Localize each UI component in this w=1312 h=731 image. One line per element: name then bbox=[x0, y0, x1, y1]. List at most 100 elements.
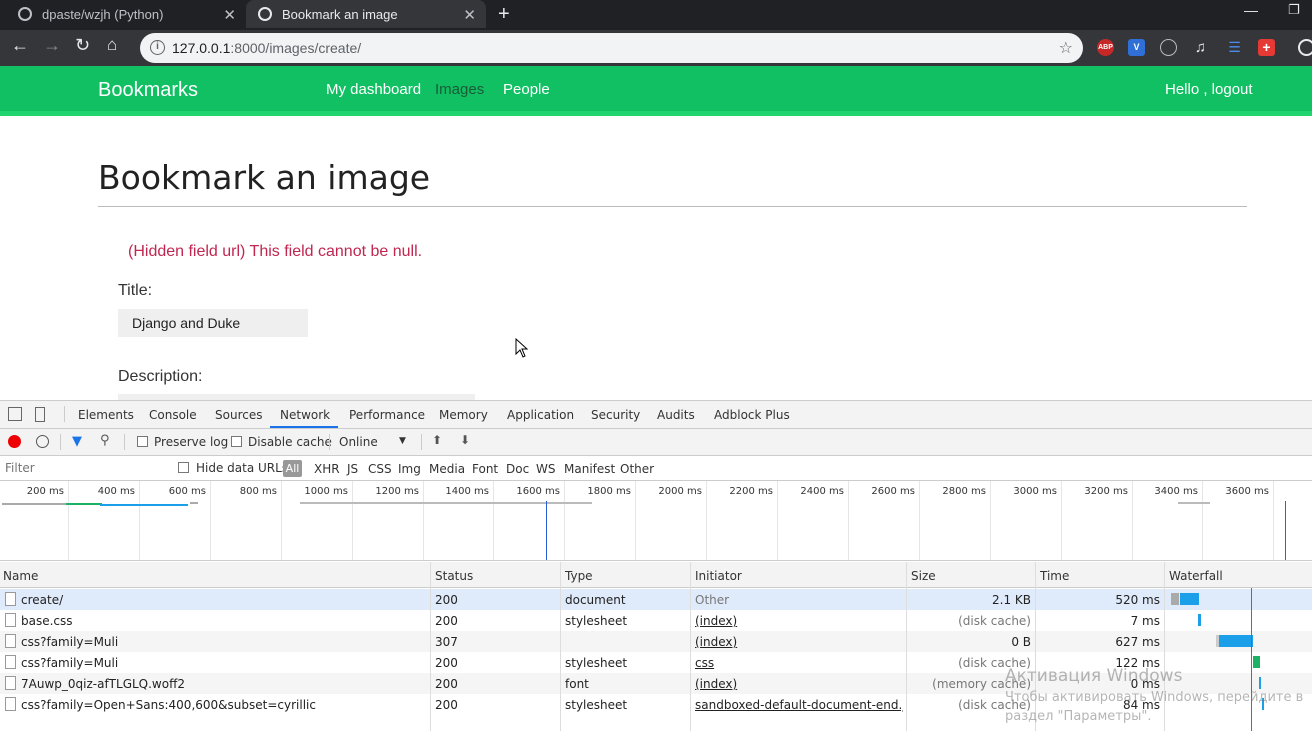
tab-title: Bookmark an image bbox=[282, 6, 398, 22]
globe-icon[interactable] bbox=[1160, 39, 1177, 56]
cell-name[interactable]: create/ bbox=[21, 593, 426, 607]
vimium-icon[interactable]: V bbox=[1128, 39, 1145, 56]
new-tab-button[interactable]: + bbox=[498, 3, 510, 26]
cell-name[interactable]: css?family=Muli bbox=[21, 656, 426, 670]
col-type[interactable]: Type bbox=[565, 569, 593, 583]
bookmark-star-icon[interactable]: ☆ bbox=[1059, 38, 1073, 58]
filter-input[interactable] bbox=[0, 458, 165, 478]
col-size[interactable]: Size bbox=[911, 569, 936, 583]
menu-images[interactable]: Images bbox=[435, 81, 484, 98]
hide-data-urls-checkbox[interactable] bbox=[178, 462, 189, 473]
import-har-icon[interactable]: ⬆ bbox=[432, 433, 442, 447]
tab-audits[interactable]: Audits bbox=[657, 408, 695, 422]
type-filter-ws[interactable]: WS bbox=[536, 462, 555, 476]
forward-icon[interactable]: → bbox=[43, 35, 61, 56]
tab-security[interactable]: Security bbox=[591, 408, 640, 422]
info-icon[interactable]: i bbox=[150, 40, 165, 55]
cell-name[interactable]: css?family=Open+Sans:400,600&subset=cyri… bbox=[21, 698, 426, 712]
address-bar[interactable]: i 127.0.0.1:8000/images/create/ ☆ bbox=[140, 33, 1083, 63]
home-icon[interactable]: ⌂ bbox=[107, 35, 117, 55]
cell-name[interactable]: css?family=Muli bbox=[21, 635, 426, 649]
type-filter-media[interactable]: Media bbox=[429, 462, 465, 476]
cell-initiator[interactable]: sandboxed-default-document-end.js:… bbox=[695, 698, 903, 712]
close-icon[interactable]: ✕ bbox=[463, 6, 476, 24]
timeline-gridline bbox=[1202, 481, 1203, 560]
cell-time: 627 ms bbox=[1115, 635, 1160, 649]
timeline-gridline bbox=[777, 481, 778, 560]
device-toolbar-icon[interactable] bbox=[35, 407, 45, 422]
cell-initiator[interactable]: (index) bbox=[695, 614, 903, 628]
type-filter-css[interactable]: CSS bbox=[368, 462, 392, 476]
inspect-icon[interactable] bbox=[8, 407, 22, 421]
col-name[interactable]: Name bbox=[3, 569, 38, 583]
separator bbox=[64, 406, 65, 422]
tab-performance[interactable]: Performance bbox=[349, 408, 425, 422]
watermark-line: раздел "Параметры". bbox=[1005, 709, 1152, 724]
title-input[interactable] bbox=[118, 309, 308, 337]
back-icon[interactable]: ← bbox=[11, 35, 29, 56]
profile-icon[interactable] bbox=[1298, 39, 1312, 56]
minimize-icon[interactable]: — bbox=[1244, 2, 1258, 18]
table-row[interactable]: create/200 document Other 2.1 KB 520 ms bbox=[0, 589, 1312, 610]
url-text[interactable]: 127.0.0.1:8000/images/create/ bbox=[172, 40, 361, 56]
cell-initiator[interactable]: (index) bbox=[695, 677, 903, 691]
col-time[interactable]: Time bbox=[1040, 569, 1069, 583]
timeline-gridline bbox=[706, 481, 707, 560]
record-icon[interactable] bbox=[8, 435, 21, 448]
table-row[interactable]: css?family=Muli 307 (index) 0 B 627 ms bbox=[0, 631, 1312, 652]
type-filter-doc[interactable]: Doc bbox=[506, 462, 529, 476]
list-icon[interactable]: ☰ bbox=[1226, 39, 1243, 56]
abp-icon[interactable]: ABP bbox=[1097, 39, 1114, 56]
type-filter-other[interactable]: Other bbox=[620, 462, 654, 476]
timeline-tick-label: 1600 ms bbox=[516, 486, 560, 497]
tab-adblock-plus[interactable]: Adblock Plus bbox=[714, 408, 790, 422]
clear-icon[interactable] bbox=[36, 435, 49, 448]
cell-size: 2.1 KB bbox=[992, 593, 1031, 607]
menu-my-dashboard[interactable]: My dashboard bbox=[326, 81, 421, 98]
col-status[interactable]: Status bbox=[435, 569, 473, 583]
tab-memory[interactable]: Memory bbox=[439, 408, 488, 422]
browser-tab-bookmark[interactable]: Bookmark an image ✕ bbox=[246, 0, 486, 28]
cell-initiator[interactable]: (index) bbox=[695, 635, 903, 649]
type-filter-font[interactable]: Font bbox=[472, 462, 498, 476]
network-overview[interactable]: 200 ms 400 ms 600 ms 800 ms 1000 ms 1200 ms 14… bbox=[0, 481, 1312, 561]
active-tab-indicator bbox=[270, 426, 338, 428]
disable-cache-checkbox[interactable] bbox=[231, 436, 242, 447]
type-filter-xhr[interactable]: XHR bbox=[314, 462, 340, 476]
logout-link[interactable]: Hello , logout bbox=[1165, 81, 1253, 98]
type-filter-js[interactable]: JS bbox=[347, 462, 358, 476]
close-icon[interactable]: ✕ bbox=[223, 6, 236, 24]
filter-icon[interactable]: ▼ bbox=[72, 434, 82, 449]
waterfall-bar bbox=[1180, 593, 1199, 605]
menu-people[interactable]: People bbox=[503, 81, 550, 98]
maximize-icon[interactable]: ❐ bbox=[1288, 2, 1300, 18]
cell-initiator[interactable]: css bbox=[695, 656, 903, 670]
tab-network[interactable]: Network bbox=[280, 408, 330, 422]
tab-console[interactable]: Console bbox=[149, 408, 197, 422]
tab-sources[interactable]: Sources bbox=[215, 408, 262, 422]
col-waterfall[interactable]: Waterfall bbox=[1169, 569, 1223, 583]
table-row[interactable]: base.css 200 stylesheet (index) (disk cache)… bbox=[0, 610, 1312, 631]
cell-name[interactable]: base.css bbox=[21, 614, 426, 628]
timeline-gridline bbox=[848, 481, 849, 560]
throttle-select[interactable]: Online bbox=[339, 435, 378, 449]
tab-elements[interactable]: Elements bbox=[78, 408, 134, 422]
file-icon bbox=[5, 676, 16, 690]
site-brand[interactable]: Bookmarks bbox=[98, 79, 198, 102]
col-initiator[interactable]: Initiator bbox=[695, 569, 742, 583]
search-icon[interactable]: ⚲ bbox=[100, 433, 110, 448]
cell-name[interactable]: 7Auwp_0qiz-afTLGLQ.woff2 bbox=[21, 677, 426, 691]
type-filter-img[interactable]: Img bbox=[398, 462, 421, 476]
music-icon[interactable]: ♫ bbox=[1192, 39, 1209, 56]
type-filter-all[interactable]: All bbox=[283, 460, 302, 477]
preserve-log-checkbox[interactable] bbox=[137, 436, 148, 447]
timeline-tick-label: 1200 ms bbox=[375, 486, 419, 497]
export-har-icon[interactable]: ⬇ bbox=[460, 433, 470, 447]
tab-application[interactable]: Application bbox=[507, 408, 574, 422]
type-filter-manifest[interactable]: Manifest bbox=[564, 462, 615, 476]
plus-icon[interactable]: + bbox=[1258, 39, 1275, 56]
reload-icon[interactable]: ↻ bbox=[75, 35, 90, 56]
chevron-down-icon[interactable]: ▼ bbox=[399, 436, 406, 446]
browser-tab-dpaste[interactable]: dpaste/wzjh (Python) ✕ bbox=[0, 0, 246, 28]
timeline-tick-label: 2200 ms bbox=[729, 486, 773, 497]
